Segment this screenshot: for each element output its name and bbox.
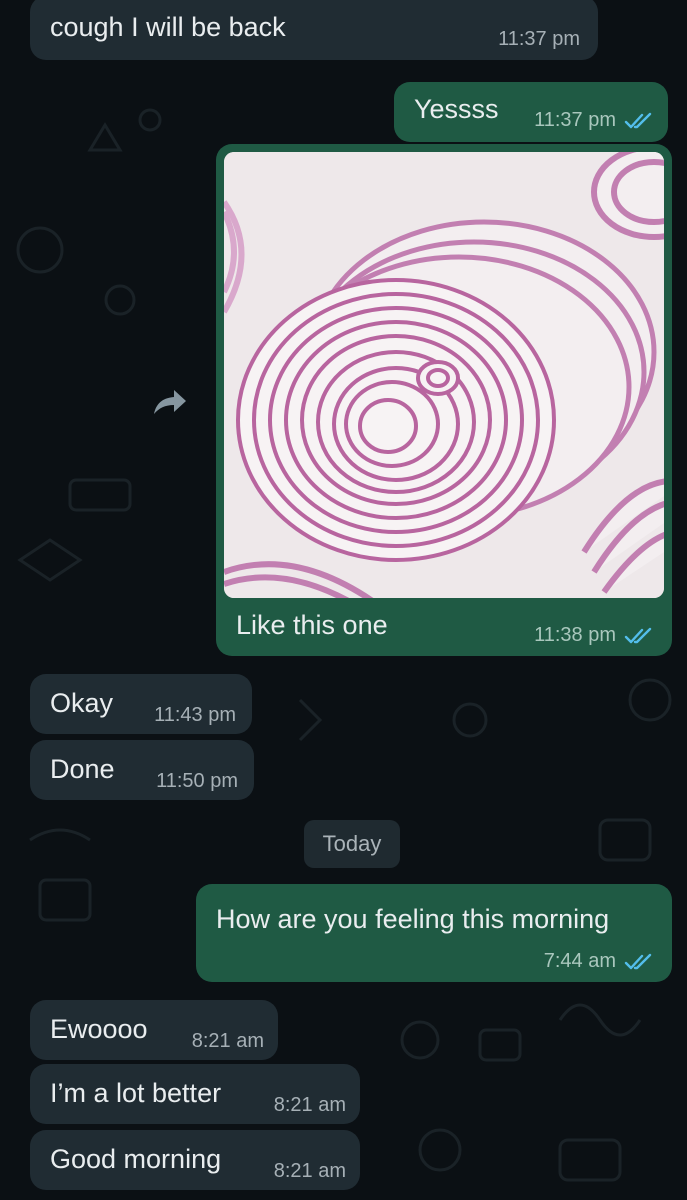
message-outgoing[interactable]: Yessss 11:37 pm (394, 82, 668, 142)
message-incoming[interactable]: Ewoooo 8:21 am (30, 1000, 278, 1060)
message-incoming[interactable]: cough I will be back 11:37 pm (30, 0, 598, 60)
message-text: Okay (50, 688, 114, 718)
message-outgoing[interactable]: How are you feeling this morning 7:44 am (196, 884, 672, 982)
photo-image (224, 152, 664, 598)
message-time: 11:37 pm (498, 28, 580, 51)
message-text: Yessss (414, 94, 499, 124)
time-label: 7:44 am (543, 950, 616, 972)
message-incoming[interactable]: Good morning 8:21 am (30, 1130, 360, 1190)
message-outgoing-image[interactable]: Like this one 11:38 pm (216, 144, 672, 656)
message-incoming[interactable]: Done 11:50 pm (30, 740, 254, 800)
time-label: 8:21 am (191, 1030, 264, 1052)
message-time: 8:21 am (274, 1094, 346, 1117)
message-text: Done (50, 754, 115, 784)
image-caption: Like this one (236, 610, 388, 640)
message-text: Ewoooo (50, 1014, 148, 1044)
message-text: cough I will be back (50, 12, 286, 42)
message-meta: 7:44 am (544, 950, 654, 973)
message-text: How are you feeling this morning (216, 904, 610, 934)
message-meta: 11:38 pm (534, 624, 654, 647)
message-time: 11:50 pm (156, 770, 238, 793)
message-meta: 11:37 pm (534, 109, 654, 132)
time-label: 11:38 pm (534, 624, 616, 646)
time-label: 8:21 am (273, 1160, 346, 1182)
message-text: Good morning (50, 1144, 222, 1174)
message-time: 8:21 am (274, 1160, 346, 1183)
double-check-icon (624, 627, 652, 643)
time-label: 11:43 pm (154, 704, 236, 726)
message-incoming[interactable]: Okay 11:43 pm (30, 674, 252, 734)
time-label: 11:50 pm (156, 770, 238, 792)
onion-photo[interactable] (224, 152, 664, 598)
message-time: 11:43 pm (154, 704, 236, 727)
double-check-icon (624, 953, 652, 969)
time-label: 11:37 pm (534, 109, 616, 131)
time-label: 11:37 pm (498, 28, 580, 50)
message-time: 8:21 am (192, 1030, 264, 1053)
message-text: I’m a lot better (50, 1078, 222, 1108)
message-incoming[interactable]: I’m a lot better 8:21 am (30, 1064, 360, 1124)
forward-icon (154, 390, 186, 414)
date-separator: Today (304, 820, 400, 868)
time-label: 8:21 am (273, 1094, 346, 1116)
forward-button[interactable] (146, 378, 194, 426)
chat-thread: cough I will be back 11:37 pm Yessss 11:… (0, 0, 687, 1200)
double-check-icon (624, 112, 652, 128)
